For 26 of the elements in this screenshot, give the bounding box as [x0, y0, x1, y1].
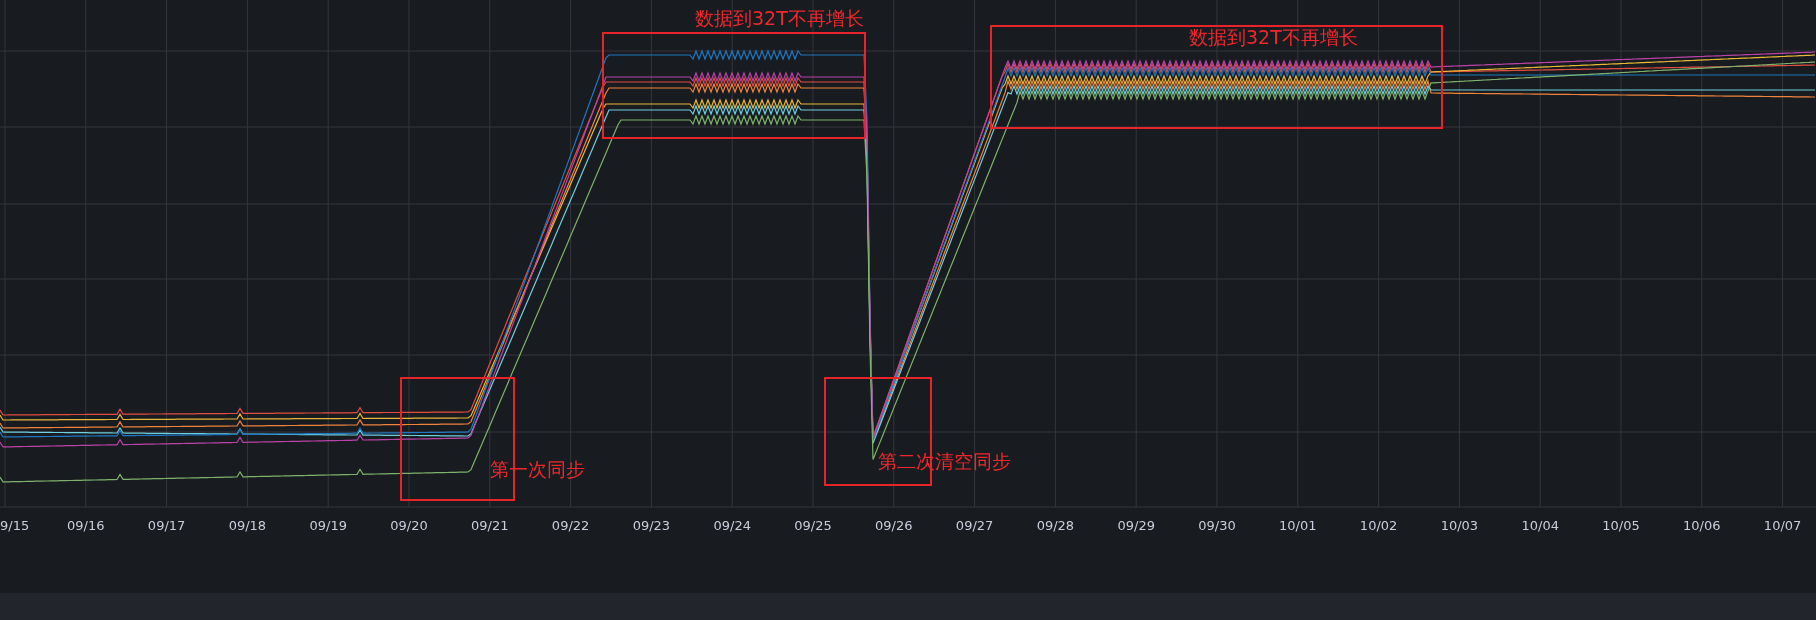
axis-tick-label: 09/26 [875, 517, 913, 535]
axis-tick-label: 10/05 [1602, 517, 1640, 535]
annotation-label: 第一次同步 [490, 457, 585, 482]
axis-tick-label: 09/22 [551, 517, 590, 535]
axis-tick-label: 10/02 [1359, 517, 1398, 535]
axis-tick-label: 09/25 [794, 517, 832, 535]
axis-tick-label: 9/15 [0, 517, 30, 535]
axis-tick-label: 09/17 [147, 517, 186, 535]
annotation-label: 数据到32T不再增长 [695, 6, 864, 31]
axis-tick-label: 09/20 [390, 517, 428, 535]
axis-tick-label: 10/03 [1440, 517, 1479, 535]
axis-tick-label: 10/01 [1279, 517, 1317, 535]
axis-tick-label: 09/27 [955, 517, 994, 535]
axis-tick-label: 09/16 [67, 517, 105, 535]
axis-tick-label: 09/18 [228, 517, 267, 535]
axis-tick-label: 09/30 [1198, 517, 1236, 535]
axis-tick-label: 09/21 [471, 517, 509, 535]
axis-tick-label: 09/28 [1036, 517, 1075, 535]
annotation-label: 数据到32T不再增长 [1189, 25, 1358, 50]
axis-tick-label: 09/19 [309, 517, 347, 535]
axis-tick-label: 10/04 [1521, 517, 1559, 535]
axis-tick-label: 09/24 [713, 517, 751, 535]
axis-tick-label: 10/06 [1683, 517, 1721, 535]
axis-tick-label: 09/23 [632, 517, 671, 535]
axis-tick-label: 09/29 [1117, 517, 1155, 535]
axis-tick-label: 10/07 [1763, 517, 1802, 535]
